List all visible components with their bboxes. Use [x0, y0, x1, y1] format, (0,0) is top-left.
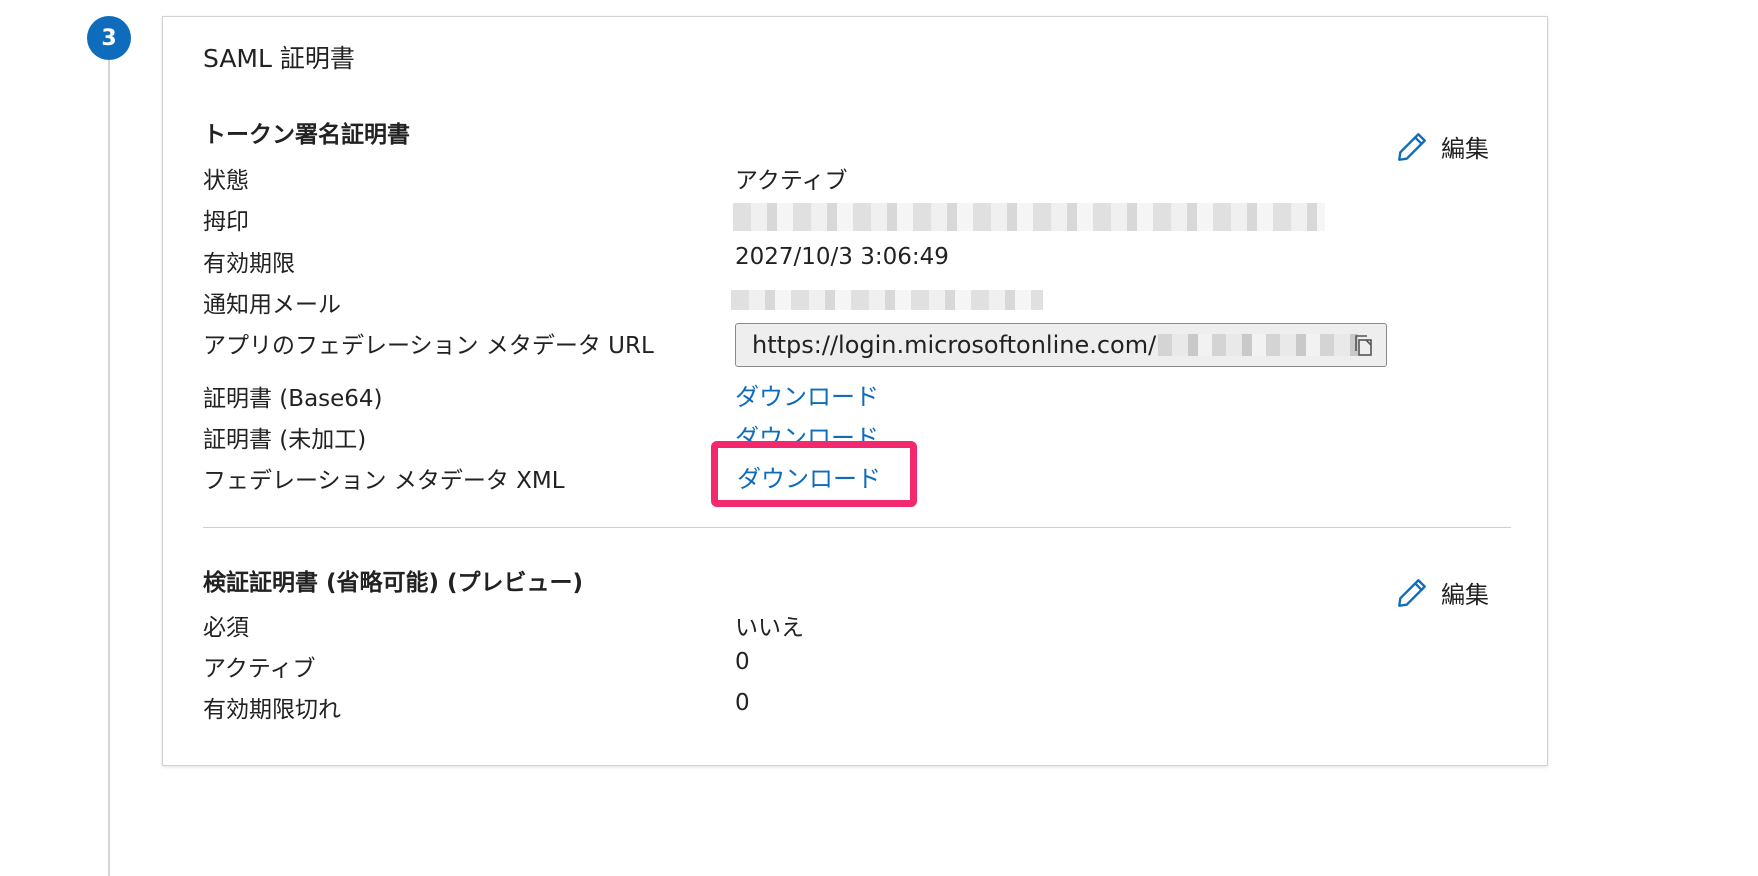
- federation-xml-label: フェデレーション メタデータ XML: [203, 468, 565, 494]
- verification-cert-title: 検証証明書 (省略可能) (プレビュー): [203, 570, 584, 596]
- highlight-box: [711, 441, 917, 507]
- step-number-badge: 3: [87, 16, 131, 60]
- thumbprint-value-redacted: [733, 203, 1325, 231]
- required-label: 必須: [203, 615, 249, 641]
- cert-raw-label: 証明書 (未加工): [203, 427, 367, 453]
- card-title: SAML 証明書: [203, 44, 355, 73]
- edit-label: 編集: [1441, 581, 1489, 609]
- pencil-icon: [1398, 578, 1426, 607]
- expiration-value: 2027/10/3 3:06:49: [735, 244, 949, 270]
- status-label: 状態: [203, 168, 249, 194]
- edit-label: 編集: [1441, 135, 1489, 163]
- section-divider: [203, 527, 1511, 528]
- metadata-url-label: アプリのフェデレーション メタデータ URL: [203, 333, 654, 359]
- cert-base64-label: 証明書 (Base64): [203, 386, 383, 412]
- pencil-icon: [1398, 132, 1426, 161]
- token-signing-title: トークン署名証明書: [203, 122, 410, 148]
- metadata-url-field[interactable]: https://login.microsoftonline.com/: [735, 323, 1387, 367]
- cert-base64-download-link[interactable]: ダウンロード: [735, 377, 879, 412]
- metadata-url-redacted: [1158, 334, 1359, 356]
- expiration-label: 有効期限: [203, 251, 295, 277]
- active-label: アクティブ: [203, 656, 316, 682]
- thumbprint-label: 拇印: [203, 209, 249, 235]
- token-signing-edit-button[interactable]: 編集: [1395, 129, 1489, 164]
- metadata-url-value: https://login.microsoftonline.com/: [752, 331, 1157, 359]
- required-value: いいえ: [735, 615, 804, 641]
- verification-edit-button[interactable]: 編集: [1395, 575, 1489, 610]
- active-value: 0: [735, 649, 750, 675]
- step-connector-line: [108, 60, 110, 876]
- status-value: アクティブ: [735, 168, 848, 194]
- notification-email-redacted: [731, 290, 1043, 310]
- notification-email-label: 通知用メール: [203, 292, 341, 318]
- saml-certificate-card: SAML 証明書 トークン署名証明書 編集 状態 アクティブ 拇印 有効期限 2…: [162, 16, 1548, 766]
- expired-value: 0: [735, 690, 750, 716]
- expired-label: 有効期限切れ: [203, 697, 341, 723]
- copy-icon[interactable]: [1352, 333, 1376, 359]
